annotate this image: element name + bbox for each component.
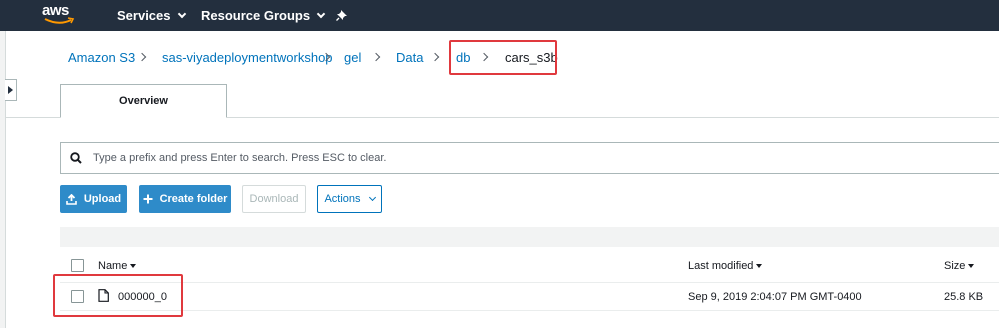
upload-button[interactable]: Upload bbox=[60, 185, 127, 213]
plus-icon bbox=[143, 194, 153, 204]
highlight-box-breadcrumb bbox=[449, 40, 557, 75]
top-nav-bar: aws Services Resource Groups bbox=[0, 0, 999, 31]
chevron-down-icon bbox=[368, 193, 376, 201]
column-header-name[interactable]: Name bbox=[98, 260, 137, 272]
services-label: Services bbox=[117, 8, 171, 23]
download-button[interactable]: Download bbox=[242, 185, 306, 213]
chevron-right-icon bbox=[137, 52, 147, 62]
breadcrumb-gel[interactable]: gel bbox=[344, 50, 361, 65]
upload-icon bbox=[66, 193, 77, 205]
aws-smile-icon bbox=[44, 17, 75, 24]
pin-icon[interactable] bbox=[336, 9, 348, 21]
breadcrumb-data[interactable]: Data bbox=[396, 50, 423, 65]
tab-overview[interactable]: Overview bbox=[60, 84, 227, 118]
create-folder-label: Create folder bbox=[159, 193, 228, 205]
search-icon bbox=[70, 152, 82, 164]
services-menu[interactable]: Services bbox=[117, 8, 186, 23]
tab-overview-label: Overview bbox=[119, 95, 168, 107]
search-input[interactable] bbox=[93, 143, 973, 173]
table-header bbox=[60, 247, 999, 283]
actions-label: Actions bbox=[324, 193, 361, 205]
sidebar-toggle[interactable] bbox=[5, 79, 17, 101]
chevron-right-icon bbox=[371, 52, 381, 62]
column-header-name-label: Name bbox=[98, 260, 128, 272]
search-bar bbox=[60, 142, 999, 174]
chevron-down-icon bbox=[316, 9, 326, 19]
caret-right-icon bbox=[8, 86, 13, 94]
select-all-checkbox[interactable] bbox=[71, 259, 84, 272]
chevron-right-icon bbox=[430, 52, 440, 62]
sort-down-icon bbox=[756, 264, 763, 268]
column-header-last-modified[interactable]: Last modified bbox=[688, 260, 763, 272]
resource-groups-menu[interactable]: Resource Groups bbox=[201, 8, 326, 23]
aws-logo[interactable]: aws bbox=[42, 2, 76, 28]
column-header-size-label: Size bbox=[944, 260, 966, 272]
last-modified-value: Sep 9, 2019 2:04:07 PM GMT-0400 bbox=[688, 291, 862, 303]
column-header-last-modified-label: Last modified bbox=[688, 260, 754, 272]
resource-groups-label: Resource Groups bbox=[201, 8, 311, 23]
breadcrumb-bucket[interactable]: sas-viyadeploymentworkshop bbox=[162, 50, 333, 65]
size-value: 25.8 KB bbox=[944, 291, 984, 303]
create-folder-button[interactable]: Create folder bbox=[139, 185, 231, 213]
highlight-box-file bbox=[53, 274, 183, 317]
left-gutter bbox=[0, 31, 6, 328]
breadcrumb-amazon-s3[interactable]: Amazon S3 bbox=[68, 50, 135, 65]
sort-down-icon bbox=[130, 264, 137, 268]
actions-dropdown[interactable]: Actions bbox=[317, 185, 382, 213]
sort-down-icon bbox=[968, 264, 975, 268]
table-toolbar-strip bbox=[60, 227, 999, 247]
column-header-size[interactable]: Size bbox=[944, 260, 975, 272]
download-label: Download bbox=[249, 193, 299, 205]
upload-label: Upload bbox=[83, 193, 122, 205]
chevron-down-icon bbox=[177, 9, 186, 19]
